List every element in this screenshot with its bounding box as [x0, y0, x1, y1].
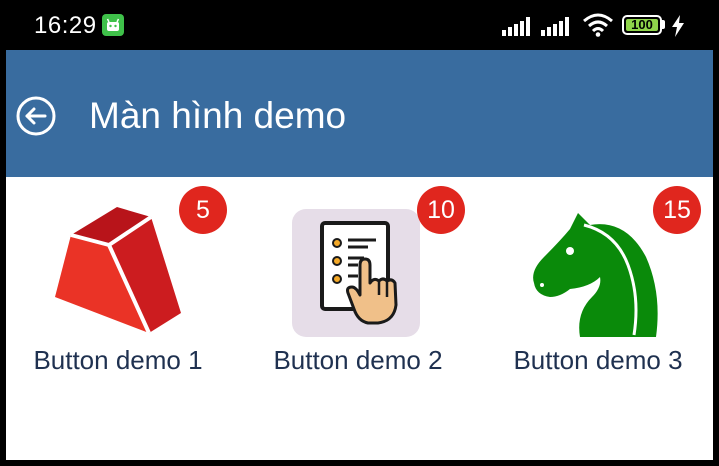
button-demo-2[interactable]: 10 Button demo 2	[242, 177, 478, 437]
badge-count: 10	[417, 186, 465, 234]
badge-count: 15	[653, 186, 701, 234]
app-screen: Màn hình demo 5 Button demo 1 10 Button …	[6, 50, 713, 460]
checklist-tap-icon	[292, 209, 420, 337]
status-bar: 16:29 100	[0, 0, 719, 50]
page-title: Màn hình demo	[89, 95, 347, 136]
signal-icon	[502, 17, 530, 36]
app-bar: Màn hình demo	[6, 50, 713, 177]
wifi-icon	[583, 13, 613, 37]
item-label: Button demo 2	[273, 345, 443, 375]
back-button[interactable]	[14, 94, 58, 138]
android-notification-icon	[102, 14, 124, 36]
item-label: Button demo 1	[33, 345, 203, 375]
signal-icon	[541, 17, 569, 36]
item-label: Button demo 3	[513, 345, 683, 375]
battery-tip	[662, 20, 665, 29]
status-time: 16:29	[34, 12, 97, 39]
button-demo-1[interactable]: 5 Button demo 1	[6, 177, 242, 437]
battery-icon: 100	[622, 15, 662, 35]
back-arrow-circle-icon	[16, 96, 56, 136]
charging-bolt-icon	[672, 15, 684, 37]
battery-level: 100	[631, 17, 653, 32]
red-3d-block-icon	[55, 207, 181, 334]
badge-count: 5	[179, 186, 227, 234]
chess-knight-icon	[533, 213, 658, 337]
button-demo-3[interactable]: 15 Button demo 3	[478, 177, 713, 437]
